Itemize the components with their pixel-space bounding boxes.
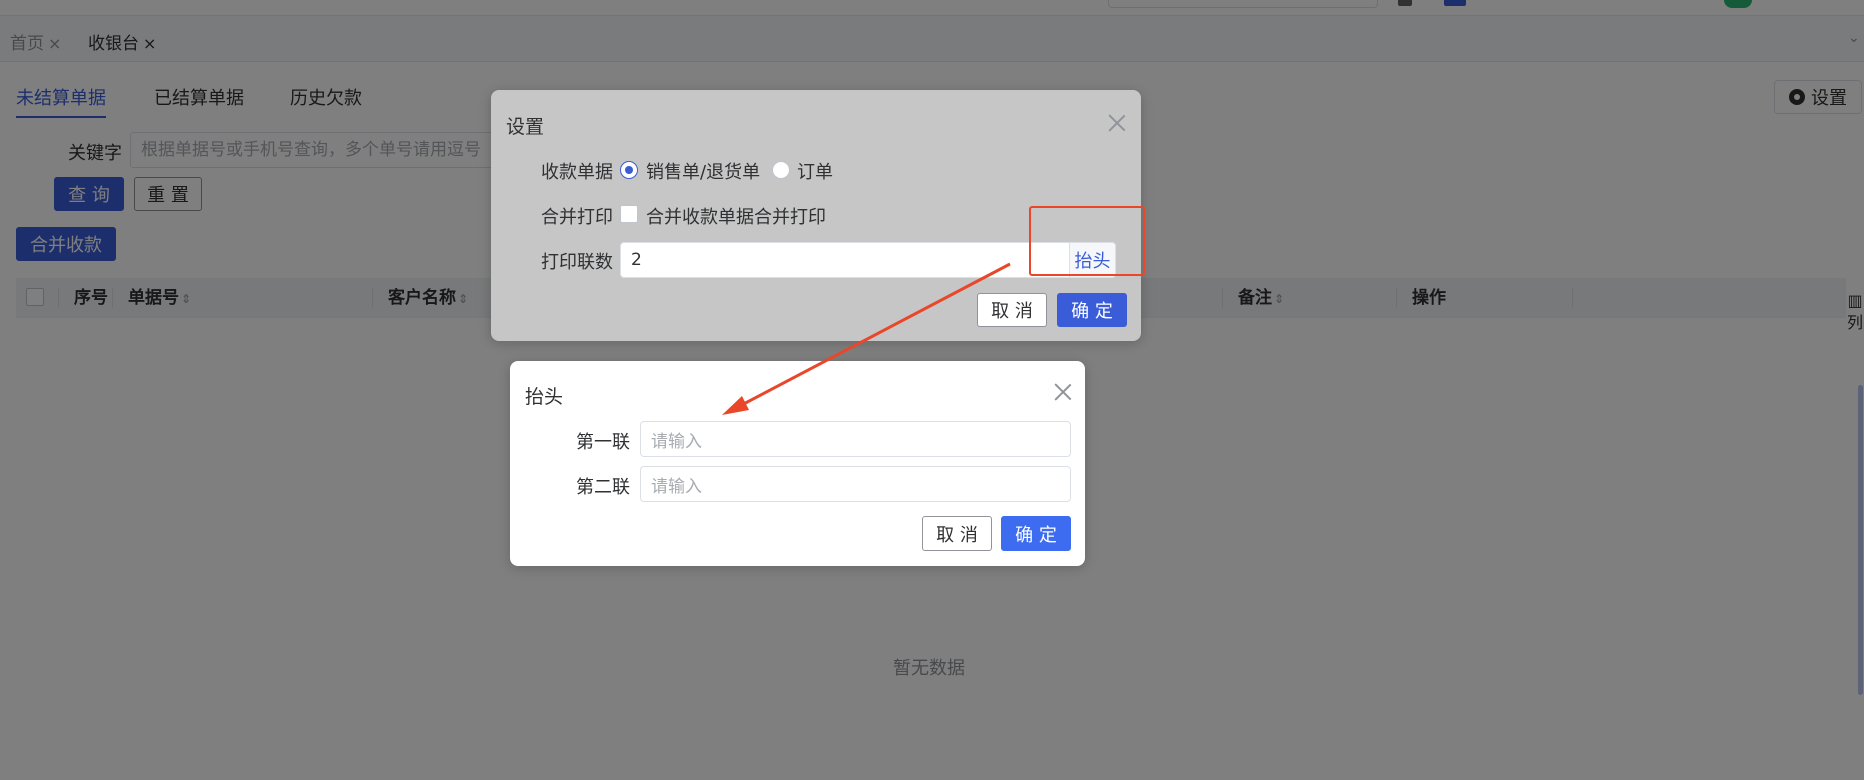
annotation-highlight-box	[1029, 206, 1145, 276]
first-copy-label: 第一联	[576, 432, 630, 453]
close-icon[interactable]	[1108, 114, 1126, 132]
dialog-title: 设置	[506, 116, 545, 138]
merge-print-label: 合并打印	[541, 207, 613, 228]
header-dialog: 抬头 第一联 请输入 第二联 请输入 取 消 确 定	[510, 361, 1085, 566]
cancel-button[interactable]: 取 消	[977, 293, 1047, 327]
second-copy-label: 第二联	[576, 477, 630, 498]
radio-order-label[interactable]: 订单	[797, 158, 833, 184]
cancel-button[interactable]: 取 消	[922, 516, 992, 551]
confirm-button[interactable]: 确 定	[1057, 293, 1127, 327]
merge-print-checkbox[interactable]	[620, 205, 638, 223]
confirm-button[interactable]: 确 定	[1001, 516, 1071, 551]
first-copy-input[interactable]: 请输入	[640, 421, 1071, 457]
second-copy-input[interactable]: 请输入	[640, 466, 1071, 502]
print-copies-value: 2	[631, 250, 642, 270]
receipt-type-label: 收款单据	[541, 162, 613, 183]
merge-print-option-label[interactable]: 合并收款单据合并打印	[646, 203, 826, 229]
dialog-title: 抬头	[525, 386, 564, 408]
close-icon[interactable]	[1054, 383, 1072, 401]
radio-sales-return[interactable]	[620, 161, 638, 179]
radio-sales-return-label[interactable]: 销售单/退货单	[646, 158, 760, 184]
radio-order[interactable]	[772, 161, 790, 179]
print-copies-label: 打印联数	[541, 252, 613, 273]
